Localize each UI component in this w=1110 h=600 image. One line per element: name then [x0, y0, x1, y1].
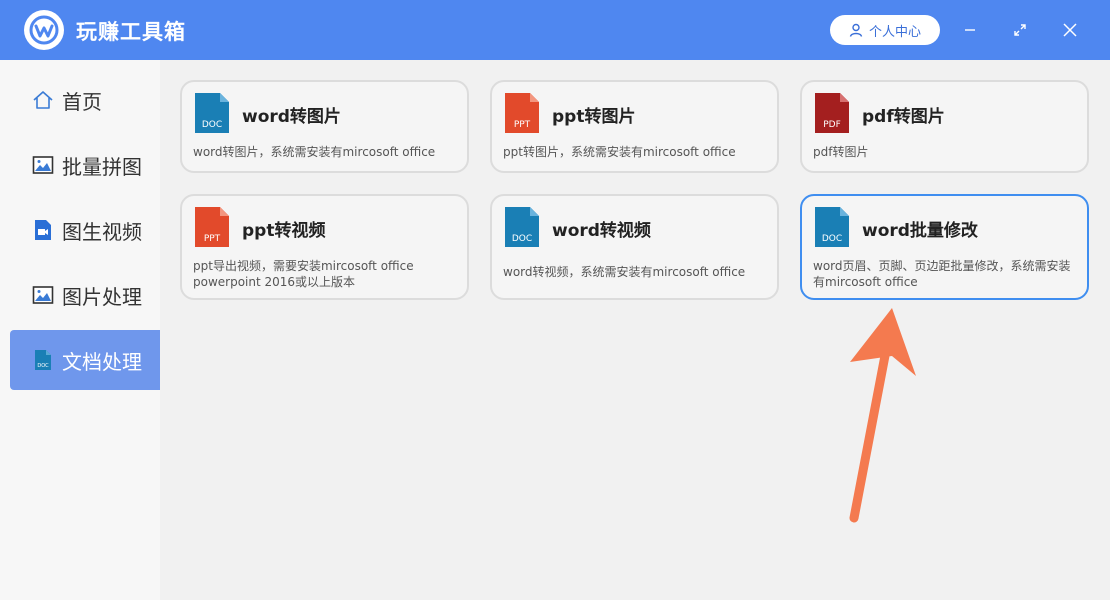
minimize-icon	[965, 29, 975, 31]
card-title: word批量修改	[862, 221, 978, 241]
card-word-batch-edit[interactable]: DOC word批量修改 word页眉、页脚、页边距批量修改，系统需安装有mir…	[800, 194, 1089, 300]
sidebar-item-document-processing[interactable]: DOC 文档处理	[10, 330, 160, 390]
ppt-file-icon: PPT	[195, 207, 229, 247]
card-title: word转图片	[242, 107, 341, 127]
image-icon	[32, 284, 54, 306]
pdf-file-icon: PDF	[815, 93, 849, 133]
close-icon	[1063, 23, 1077, 37]
card-pdf-to-image[interactable]: PDF pdf转图片 pdf转图片	[800, 80, 1089, 173]
image-icon	[32, 154, 54, 176]
card-description: ppt转图片，系统需安装有mircosoft office	[503, 145, 736, 159]
sidebar-item-home[interactable]: 首页	[10, 70, 160, 130]
doc-file-icon: DOC	[505, 207, 539, 247]
doc-file-icon: DOC	[815, 207, 849, 247]
card-title: pdf转图片	[862, 107, 945, 127]
card-description: word转图片，系统需安装有mircosoft office	[193, 145, 436, 159]
sidebar-item-image-processing[interactable]: 图片处理	[10, 265, 160, 325]
card-word-to-video[interactable]: DOC word转视频 word转视频，系统需安装有mircosoft offi…	[490, 194, 779, 300]
ppt-file-icon: PPT	[505, 93, 539, 133]
card-description: word页眉、页脚、页边距批量修改，系统需安装有mircosoft office	[813, 259, 1071, 289]
doc-file-icon: DOC	[195, 93, 229, 133]
title-bar: 玩赚工具箱 个人中心	[0, 0, 1110, 60]
app-title: 玩赚工具箱	[76, 20, 186, 44]
sidebar-item-label: 批量拼图	[62, 154, 142, 179]
sidebar-item-label: 图生视频	[62, 219, 142, 244]
card-ppt-to-video[interactable]: PPT ppt转视频 ppt导出视频，需要安装mircosoft office …	[180, 194, 469, 300]
card-description: ppt导出视频，需要安装mircosoft office powerpoint …	[193, 259, 414, 289]
card-title: ppt转图片	[552, 107, 636, 127]
svg-text:DOC: DOC	[822, 234, 842, 244]
card-title: ppt转视频	[242, 221, 326, 241]
sidebar: 首页 批量拼图 图生视频 图片处理 DOC 文档处理	[0, 60, 160, 600]
svg-text:DOC: DOC	[202, 120, 222, 130]
minimize-button[interactable]	[958, 18, 982, 42]
sidebar-item-label: 图片处理	[62, 284, 142, 309]
annotation-arrow-icon	[849, 308, 916, 523]
expand-icon	[1014, 24, 1026, 36]
user-center-label: 个人中心	[868, 24, 921, 40]
home-icon	[32, 89, 54, 111]
card-title: word转视频	[552, 221, 651, 241]
user-icon	[849, 23, 863, 37]
card-description: word转视频，系统需安装有mircosoft office	[503, 265, 746, 279]
svg-text:PPT: PPT	[514, 120, 531, 130]
svg-text:PDF: PDF	[823, 120, 841, 130]
svg-text:DOC: DOC	[37, 363, 49, 369]
doc-file-icon: DOC	[32, 349, 54, 371]
sidebar-item-image-to-video[interactable]: 图生视频	[10, 200, 160, 260]
card-word-to-image[interactable]: DOC word转图片 word转图片，系统需安装有mircosoft offi…	[180, 80, 469, 173]
card-ppt-to-image[interactable]: PPT ppt转图片 ppt转图片，系统需安装有mircosoft office	[490, 80, 779, 173]
sidebar-item-label: 首页	[62, 89, 102, 114]
user-center-button[interactable]: 个人中心	[830, 15, 940, 45]
sidebar-item-batch-collage[interactable]: 批量拼图	[10, 135, 160, 195]
video-file-icon	[32, 219, 54, 241]
svg-text:DOC: DOC	[512, 234, 532, 244]
svg-text:PPT: PPT	[204, 234, 221, 244]
card-description: pdf转图片	[813, 145, 869, 159]
maximize-button[interactable]	[1008, 18, 1032, 42]
close-button[interactable]	[1058, 18, 1082, 42]
app-logo-icon	[24, 10, 64, 50]
sidebar-item-label: 文档处理	[62, 349, 142, 374]
